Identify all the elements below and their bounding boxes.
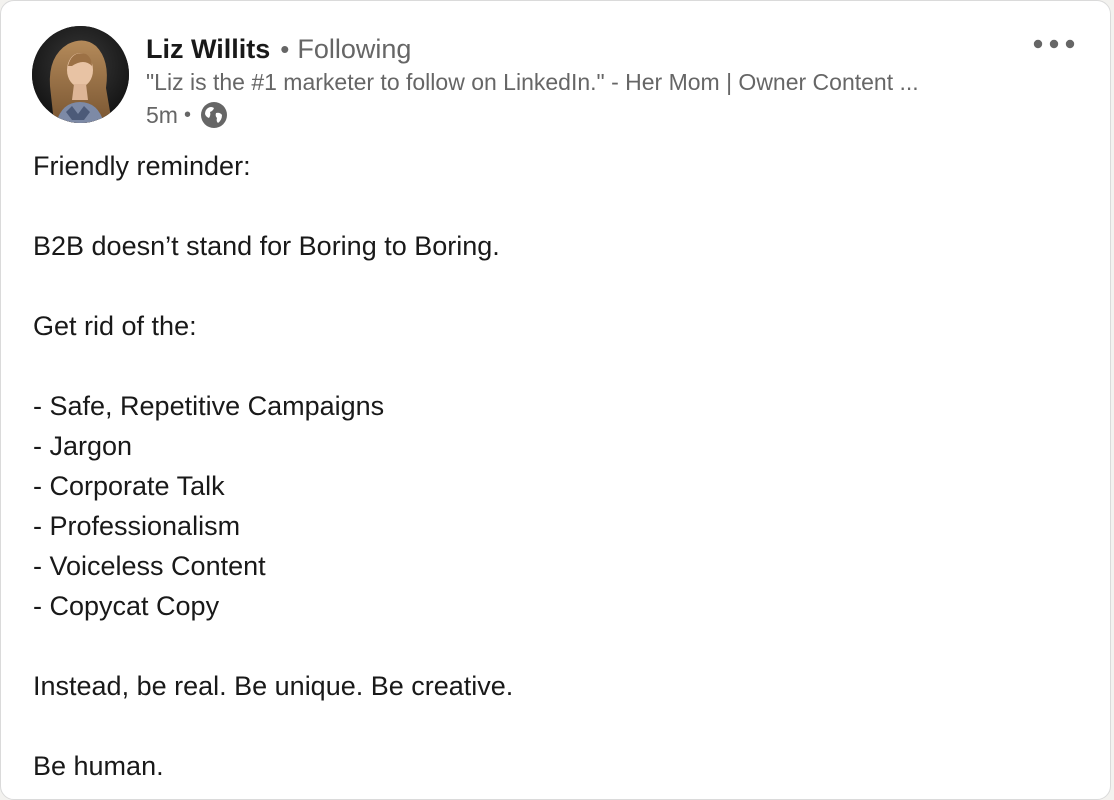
post-line — [33, 186, 1073, 226]
post-line — [33, 346, 1073, 386]
author-headline[interactable]: "Liz is the #1 marketer to follow on Lin… — [146, 69, 919, 96]
author-line: Liz Willits • Following — [146, 31, 411, 67]
post-line: - Voiceless Content — [33, 551, 266, 581]
more-horizontal-icon — [1033, 39, 1075, 49]
post-line — [33, 706, 1073, 746]
post-timestamp: 5m — [146, 101, 178, 128]
author-name[interactable]: Liz Willits — [146, 34, 270, 65]
post-line: Instead, be real. Be unique. Be creative… — [33, 671, 514, 701]
author-avatar[interactable] — [32, 26, 129, 123]
post-line: - Corporate Talk — [33, 471, 225, 501]
post-line: Friendly reminder: — [33, 151, 251, 181]
post-line: - Safe, Repetitive Campaigns — [33, 391, 385, 421]
post-line — [33, 266, 1073, 306]
meta-separator: • — [183, 103, 191, 126]
more-options-button[interactable] — [1023, 25, 1085, 63]
post-line: - Professionalism — [33, 511, 241, 541]
globe-icon — [199, 100, 229, 130]
post-line: - Copycat Copy — [33, 591, 220, 621]
profile-photo — [32, 26, 129, 123]
post-line: Be human. — [33, 751, 164, 781]
post-line: Get rid of the: — [33, 311, 197, 341]
post-meta: 5m • — [146, 99, 229, 131]
feed-post-card: Liz Willits • Following "Liz is the #1 m… — [0, 0, 1111, 800]
post-text: Friendly reminder: B2B doesn’t stand for… — [33, 146, 1073, 786]
name-separator: • — [280, 33, 290, 64]
follow-status: Following — [297, 33, 412, 64]
post-line: - Jargon — [33, 431, 133, 461]
post-line: B2B doesn’t stand for Boring to Boring. — [33, 231, 500, 261]
post-line — [33, 626, 1073, 666]
